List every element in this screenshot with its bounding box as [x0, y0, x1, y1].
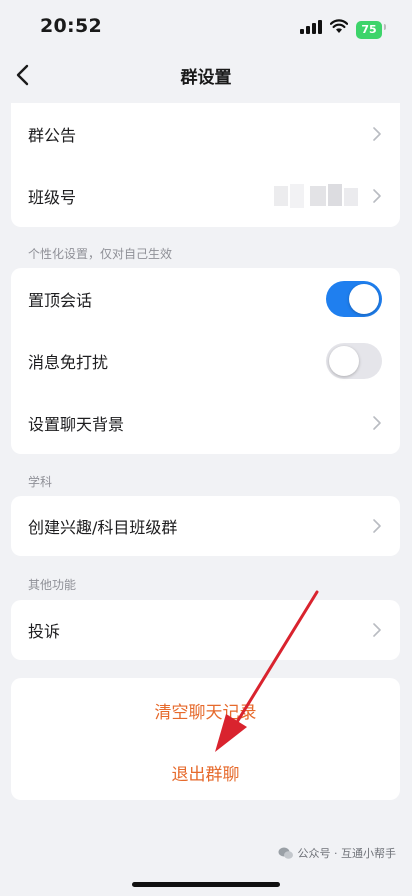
pin-chat-row: 置顶会话 [11, 268, 400, 330]
chevron-right-icon [373, 519, 381, 533]
complaint-row[interactable]: 投诉 [11, 600, 400, 660]
do-not-disturb-label: 消息免打扰 [28, 353, 109, 372]
pin-chat-toggle[interactable] [326, 281, 382, 317]
clear-chat-history-button[interactable]: 清空聊天记录 [11, 698, 400, 723]
toggle-knob [329, 346, 359, 376]
navigation-bar: 群设置 [0, 52, 412, 98]
create-interest-group-label: 创建兴趣/科目班级群 [28, 518, 178, 537]
home-indicator [132, 882, 280, 887]
other-features-header: 其他功能 [28, 578, 77, 592]
actions-card: 清空聊天记录 退出群聊 [11, 678, 400, 800]
battery-cap [384, 24, 386, 30]
toggle-knob [349, 284, 379, 314]
personalization-header: 个性化设置，仅对自己生效 [28, 247, 173, 261]
chevron-right-icon [373, 623, 381, 637]
do-not-disturb-toggle[interactable] [326, 343, 382, 379]
group-info-card: 群公告 班级号 [11, 103, 400, 227]
battery-indicator: 75 [356, 18, 386, 39]
do-not-disturb-row: 消息免打扰 [11, 330, 400, 392]
complaint-label: 投诉 [28, 622, 61, 641]
subject-header: 学科 [28, 475, 53, 489]
leave-group-button[interactable]: 退出群聊 [11, 760, 400, 785]
status-time: 20:52 [40, 15, 102, 37]
class-number-row[interactable]: 班级号 [11, 165, 400, 227]
obscured-class-number [274, 184, 358, 208]
other-features-card: 投诉 [11, 600, 400, 660]
chevron-right-icon [373, 416, 381, 430]
pin-chat-label: 置顶会话 [28, 291, 93, 310]
group-settings-screen: 20:52 75 群设置 群公告 班级号 个性化设置，仅对自己生效 置顶会话 消… [0, 0, 412, 896]
wifi-icon [330, 19, 348, 33]
chat-background-row[interactable]: 设置聊天背景 [11, 392, 400, 454]
chevron-right-icon [373, 189, 381, 203]
wechat-icon [278, 847, 293, 859]
announcement-label: 群公告 [28, 126, 77, 145]
class-number-label: 班级号 [28, 188, 77, 207]
chat-background-label: 设置聊天背景 [28, 415, 125, 434]
signal-icon [300, 20, 322, 34]
announcement-row[interactable]: 群公告 [11, 103, 400, 165]
battery-level: 75 [356, 21, 382, 39]
create-interest-group-row[interactable]: 创建兴趣/科目班级群 [11, 496, 400, 556]
watermark: 公众号 · 互通小帮手 [278, 845, 397, 861]
watermark-text: 公众号 · 互通小帮手 [297, 847, 397, 860]
personalization-card: 置顶会话 消息免打扰 设置聊天背景 [11, 268, 400, 454]
chevron-right-icon [373, 127, 381, 141]
status-bar: 20:52 75 [0, 0, 412, 52]
page-title: 群设置 [180, 68, 232, 88]
subject-card: 创建兴趣/科目班级群 [11, 496, 400, 556]
